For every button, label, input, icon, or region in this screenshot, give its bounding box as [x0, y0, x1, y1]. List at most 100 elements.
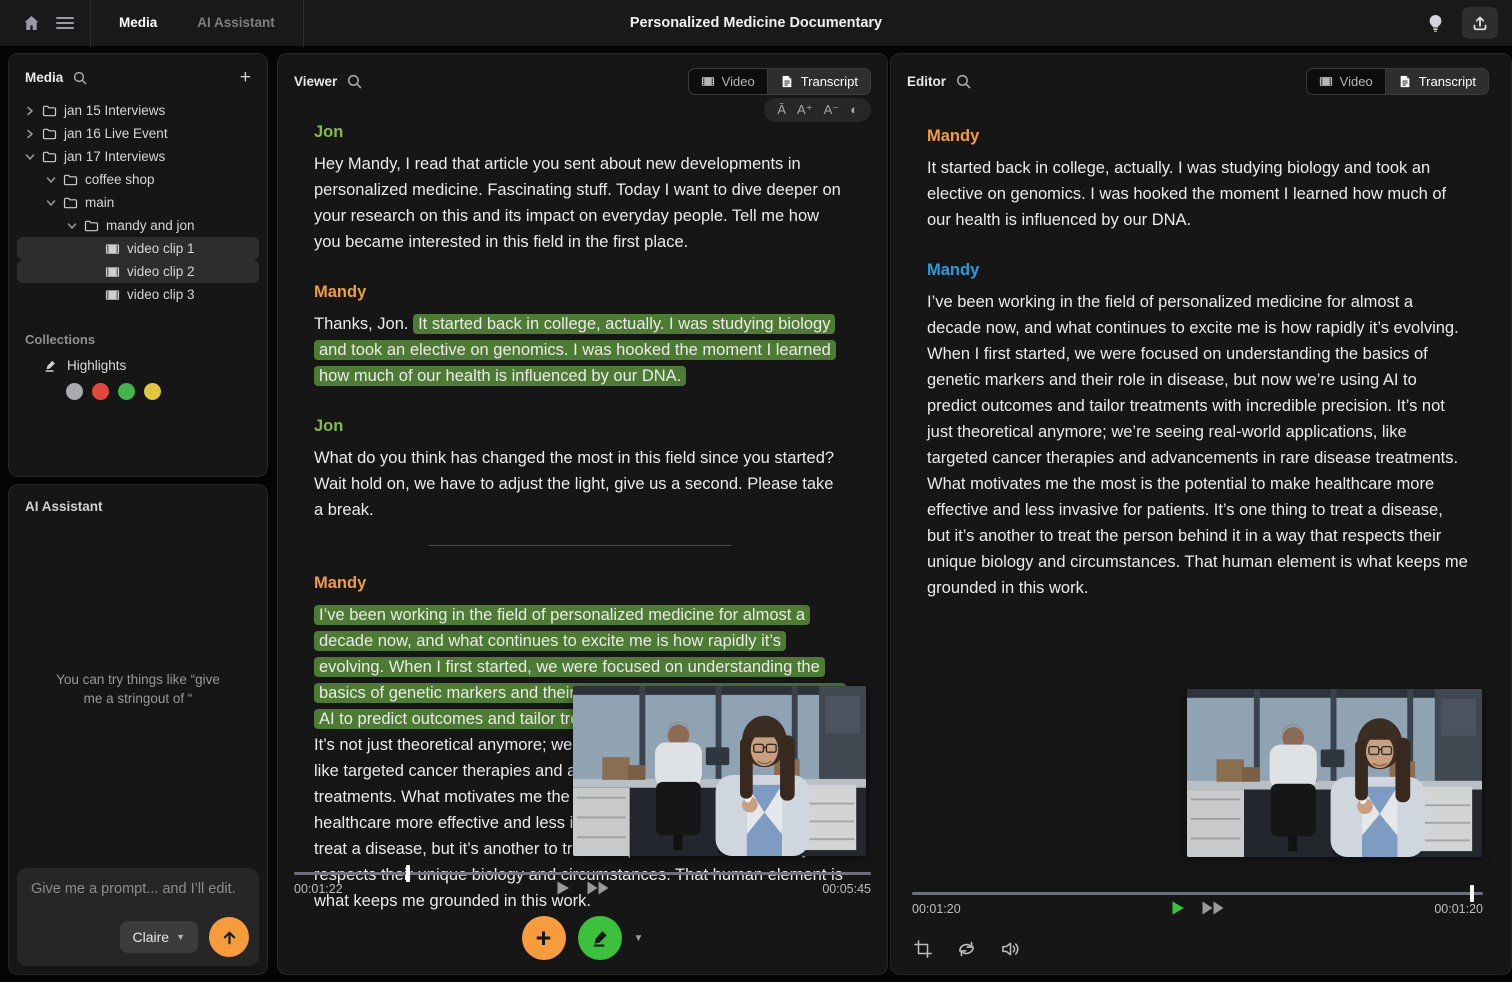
viewer-playhead[interactable]	[406, 865, 410, 882]
media-panel-title: Media	[25, 70, 63, 85]
editor-video-thumbnail[interactable]	[1187, 689, 1482, 857]
tree-item-label: jan 16 Live Event	[64, 126, 168, 141]
fast-forward-icon	[586, 880, 610, 896]
highlight-button[interactable]	[578, 916, 622, 960]
tree-item-label: jan 17 Interviews	[64, 149, 165, 164]
volume-button[interactable]	[1001, 940, 1020, 958]
export-button[interactable]	[1462, 7, 1498, 39]
speaker-label[interactable]: Jon	[314, 413, 845, 439]
tab-media[interactable]: Media	[99, 0, 177, 46]
tab-ai-assistant[interactable]: AI Assistant	[177, 0, 295, 46]
highlight-colors	[9, 377, 267, 400]
topbar-divider-2	[303, 0, 304, 47]
document-icon	[1398, 75, 1412, 88]
home-button[interactable]	[14, 7, 48, 39]
font-decrease-icon[interactable]: A⁻	[824, 102, 840, 118]
add-media-button[interactable]: +	[240, 68, 251, 87]
chevron-down-icon	[25, 152, 35, 162]
ai-hint-text: You can try things like “give me a strin…	[9, 670, 267, 708]
film-icon	[105, 265, 120, 279]
editor-toggle-transcript[interactable]: Transcript	[1385, 69, 1488, 94]
font-increase-icon[interactable]: A⁺	[797, 102, 813, 118]
voice-selector[interactable]: Claire ▼	[120, 921, 199, 953]
play-icon	[1170, 900, 1185, 916]
editor-play-button[interactable]	[1170, 900, 1185, 916]
viewer-toggle-video-label: Video	[722, 74, 755, 89]
editor-timeline-track[interactable]	[912, 892, 1483, 895]
speaker-label[interactable]: Mandy	[314, 279, 845, 305]
media-clip-video-clip-2[interactable]: video clip 2	[17, 260, 259, 283]
media-folder-main[interactable]: main	[17, 191, 259, 214]
viewer-video-thumbnail[interactable]	[573, 686, 866, 856]
search-icon	[73, 71, 87, 85]
search-icon	[956, 74, 971, 89]
media-clip-video-clip-1[interactable]: video clip 1	[17, 237, 259, 260]
replace-clip-button[interactable]	[956, 940, 977, 958]
editor-transcript: Mandy It started back in college, actuall…	[891, 103, 1511, 601]
chevron-down-icon	[67, 221, 77, 231]
viewer-toggle-transcript[interactable]: Transcript	[767, 69, 870, 94]
media-folder-mandy-and-jon[interactable]: mandy and jon	[17, 214, 259, 237]
viewer-toggle-video[interactable]: Video	[689, 69, 767, 94]
highlight-options-caret[interactable]: ▼	[634, 933, 644, 944]
transcript-text: Hey Mandy, I read that article you sent …	[314, 155, 841, 251]
editor-fast-forward-button[interactable]	[1201, 900, 1225, 916]
viewer-search-button[interactable]	[347, 74, 362, 89]
media-folder-jan-17-Interviews[interactable]: jan 17 Interviews	[17, 145, 259, 168]
editor-current-time: 00:01:20	[912, 902, 961, 916]
transcript-paragraph[interactable]: Thanks, Jon. It started back in college,…	[314, 311, 845, 389]
contrast-icon[interactable]: ◐	[850, 102, 858, 118]
highlight-color-dot-2[interactable]	[118, 383, 135, 400]
media-folder-jan-15-Interviews[interactable]: jan 15 Interviews	[17, 99, 259, 122]
collection-highlights[interactable]: Highlights	[9, 353, 267, 377]
font-style-icon[interactable]: Ā	[777, 102, 786, 118]
speaker-label[interactable]: Jon	[314, 119, 845, 145]
media-search-button[interactable]	[73, 71, 87, 85]
crop-button[interactable]	[914, 940, 932, 958]
ai-panel-title: AI Assistant	[9, 485, 267, 528]
transcript-paragraph[interactable]: It started back in college, actually. I …	[927, 155, 1469, 233]
editor-toggle-video[interactable]: Video	[1307, 69, 1385, 94]
folder-icon	[42, 127, 57, 141]
transcript-paragraph[interactable]: Hey Mandy, I read that article you sent …	[314, 151, 845, 255]
media-folder-jan-16-Live-Event[interactable]: jan 16 Live Event	[17, 122, 259, 145]
ai-send-button[interactable]	[209, 917, 249, 957]
speaker-label[interactable]: Mandy	[314, 570, 845, 596]
tree-item-label: mandy and jon	[106, 218, 195, 233]
viewer-toggle-transcript-label: Transcript	[801, 74, 858, 89]
editor-playhead[interactable]	[1470, 885, 1474, 902]
swap-arrows-icon	[956, 940, 977, 958]
collection-label: Highlights	[67, 358, 126, 373]
tree-item-label: video clip 1	[127, 241, 195, 256]
document-icon	[780, 75, 794, 88]
chevron-down-icon	[46, 198, 56, 208]
highlight-color-dot-3[interactable]	[144, 383, 161, 400]
highlight-color-dot-0[interactable]	[66, 383, 83, 400]
add-clip-button[interactable]: +	[522, 916, 566, 960]
transcript-text: I’ve been working in the field of person…	[927, 293, 1468, 597]
tree-item-label: coffee shop	[85, 172, 155, 187]
viewer-view-toggle: Video Transcript	[688, 68, 871, 95]
export-icon	[1472, 15, 1488, 31]
search-icon	[347, 74, 362, 89]
home-icon	[23, 15, 40, 31]
media-clip-video-clip-3[interactable]: video clip 3	[17, 283, 259, 306]
collections-header: Collections	[9, 310, 267, 353]
highlight-color-dot-1[interactable]	[92, 383, 109, 400]
editor-bottom-controls: 00:01:20 00:01:20	[912, 892, 1483, 974]
media-folder-coffee-shop[interactable]: coffee shop	[17, 168, 259, 191]
viewer-timeline-track[interactable]	[294, 872, 871, 875]
menu-button[interactable]	[48, 7, 82, 39]
editor-search-button[interactable]	[956, 74, 971, 89]
ai-prompt-input[interactable]: Give me a prompt... and I’ll edit. Clair…	[17, 868, 259, 966]
transcript-paragraph[interactable]: What do you think has changed the most i…	[314, 445, 845, 523]
app-window: Media AI Assistant Personalized Medicine…	[0, 0, 1512, 982]
main-area: Media + jan 15 Interviews jan 16 Live Eve…	[0, 47, 1512, 982]
speaker-label[interactable]: Mandy	[927, 123, 1469, 149]
tips-button[interactable]	[1418, 7, 1452, 39]
viewer-play-button[interactable]	[555, 880, 570, 896]
chevron-right-icon	[25, 129, 35, 139]
speaker-label[interactable]: Mandy	[927, 257, 1469, 283]
viewer-fast-forward-button[interactable]	[586, 880, 610, 896]
transcript-paragraph[interactable]: I’ve been working in the field of person…	[927, 289, 1469, 601]
